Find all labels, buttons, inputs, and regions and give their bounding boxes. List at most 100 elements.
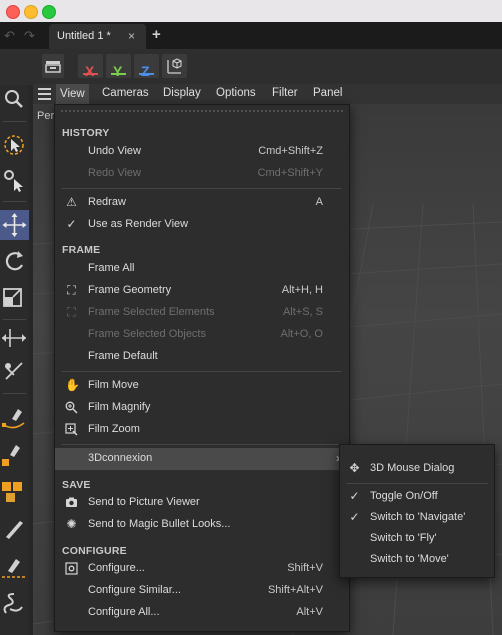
- spline-sketch-tool[interactable]: [0, 439, 29, 469]
- z-axis-lock-button[interactable]: Z: [134, 54, 159, 79]
- frame-geometry-icon: ⛶: [67, 283, 76, 297]
- move-arrows-icon: ✥: [349, 461, 360, 475]
- configure-header: CONFIGURE: [62, 545, 127, 557]
- select-cursor-icon: [4, 135, 24, 155]
- gear-cursor-icon: [4, 170, 23, 192]
- tab-bar: ↶ ↷ Untitled 1 * × +: [0, 22, 502, 49]
- pen-icon: [2, 409, 25, 429]
- camera-icon: [66, 497, 77, 507]
- hamburger-menu-icon[interactable]: [38, 88, 51, 100]
- save-header: SAVE: [62, 479, 91, 491]
- menu-item-configure-all[interactable]: Configure All... Alt+V: [55, 602, 349, 624]
- y-axis-label: Y: [113, 63, 123, 79]
- history-header: HISTORY: [62, 127, 110, 139]
- move-tool[interactable]: [0, 210, 29, 240]
- rotate-icon: [5, 251, 23, 271]
- undo-icon[interactable]: ↶: [4, 28, 15, 44]
- selection-tool[interactable]: [0, 130, 29, 160]
- minimize-window-button[interactable]: [24, 5, 38, 19]
- scale-tool[interactable]: [0, 283, 29, 313]
- knife-tool[interactable]: [0, 551, 29, 581]
- settings-icon: [65, 562, 78, 575]
- menu-item-frame-geometry[interactable]: ⛶ Frame Geometry Alt+H, H: [55, 280, 349, 302]
- menu-item-redraw[interactable]: ⚠ Redraw A: [55, 192, 349, 214]
- spline-pen-tool[interactable]: [0, 401, 29, 431]
- menu-item-configure-similar[interactable]: Configure Similar... Shift+Alt+V: [55, 580, 349, 602]
- menu-filter[interactable]: Filter: [272, 87, 298, 99]
- squiggle-icon: [3, 593, 23, 614]
- menu-item-send-to-magic-bullet[interactable]: ✺ Send to Magic Bullet Looks...: [55, 514, 349, 536]
- transfer-tool[interactable]: [0, 357, 29, 387]
- rotate-tool[interactable]: [0, 247, 29, 277]
- z-axis-label: Z: [141, 63, 150, 79]
- main-toolbar: X Y Z: [0, 49, 502, 85]
- tool-palette: [0, 85, 29, 635]
- menu-item-3dconnexion[interactable]: 3Dconnexion ›: [55, 448, 349, 470]
- cubes-icon: [2, 482, 22, 502]
- menu-item-send-to-picture-viewer[interactable]: Send to Picture Viewer: [55, 492, 349, 514]
- menu-item-undo-view[interactable]: Undo View Cmd+Shift+Z: [55, 141, 349, 163]
- checkmark-icon: ✓: [349, 489, 360, 503]
- menu-item-film-magnify[interactable]: Film Magnify: [55, 397, 349, 419]
- brush-tool[interactable]: [0, 513, 29, 543]
- menu-item-frame-all[interactable]: Frame All: [55, 258, 349, 280]
- transfer-arrows-icon: [5, 362, 23, 380]
- close-window-button[interactable]: [6, 5, 20, 19]
- window-titlebar: [0, 0, 502, 22]
- menu-item-switch-fly[interactable]: Switch to 'Fly': [340, 528, 494, 549]
- tab-close-button[interactable]: ×: [128, 29, 135, 43]
- viewport-menubar: View Cameras Display Options Filter Pane…: [33, 84, 502, 104]
- warning-triangle-icon: ⚠: [66, 195, 77, 209]
- redo-icon[interactable]: ↷: [24, 28, 35, 44]
- sculpt-tool[interactable]: [0, 589, 29, 619]
- new-tab-button[interactable]: +: [152, 26, 161, 43]
- menu-item-toggle-on-off[interactable]: ✓ Toggle On/Off: [340, 486, 494, 507]
- x-axis-label: X: [85, 63, 95, 79]
- tray-icon: [45, 61, 61, 73]
- frame-header: FRAME: [62, 244, 101, 256]
- menu-tearoff-grip[interactable]: [60, 109, 344, 114]
- menu-item-frame-default[interactable]: Frame Default: [55, 346, 349, 368]
- axis-move-tool[interactable]: [0, 323, 29, 353]
- search-tool[interactable]: [0, 85, 29, 115]
- search-icon: [5, 90, 23, 108]
- settings-cursor-tool[interactable]: [0, 165, 29, 195]
- 3dconnexion-submenu: ✥ 3D Mouse Dialog ✓ Toggle On/Off ✓ Swit…: [339, 444, 495, 578]
- menu-item-film-zoom[interactable]: Film Zoom: [55, 419, 349, 441]
- coordinate-system-button[interactable]: [162, 54, 187, 78]
- gear-cluster-icon: ✺: [66, 517, 77, 531]
- menu-item-film-move[interactable]: ✋ Film Move: [55, 375, 349, 397]
- menu-item-frame-selected-elements: ⛶ Frame Selected Elements Alt+S, S: [55, 302, 349, 324]
- scale-icon: [3, 288, 22, 307]
- checkmark-icon: ✓: [66, 217, 77, 231]
- cube-axis-icon: [167, 58, 182, 74]
- document-tab[interactable]: Untitled 1 * ×: [49, 24, 146, 49]
- menu-item-configure[interactable]: Configure... Shift+V: [55, 558, 349, 580]
- menu-display[interactable]: Display: [163, 87, 201, 99]
- hand-icon: ✋: [65, 378, 80, 392]
- pen-node-icon: [2, 445, 20, 466]
- brush-icon: [6, 521, 23, 539]
- menu-item-switch-navigate[interactable]: ✓ Switch to 'Navigate': [340, 507, 494, 528]
- frame-elements-icon: ⛶: [67, 305, 76, 319]
- menu-item-use-as-render-view[interactable]: ✓ Use as Render View: [55, 214, 349, 236]
- menu-item-3d-mouse-dialog[interactable]: ✥ 3D Mouse Dialog: [340, 458, 494, 479]
- viewport-layout-button[interactable]: [42, 54, 64, 78]
- x-axis-lock-button[interactable]: X: [78, 54, 103, 79]
- menu-item-redo-view: Redo View Cmd+Shift+Y: [88, 167, 323, 179]
- menu-view[interactable]: View: [56, 84, 89, 104]
- cube-tool[interactable]: [0, 477, 29, 507]
- y-axis-lock-button[interactable]: Y: [106, 54, 131, 79]
- menu-options[interactable]: Options: [216, 87, 256, 99]
- menu-item-frame-selected-objects: Frame Selected Objects Alt+O, O: [88, 328, 323, 340]
- menu-panel[interactable]: Panel: [313, 87, 342, 99]
- axis-move-icon: [2, 329, 26, 347]
- menu-cameras[interactable]: Cameras: [102, 87, 149, 99]
- magnify-icon: [65, 401, 78, 414]
- tab-title: Untitled 1 *: [57, 30, 111, 42]
- move-arrows-icon: [2, 213, 27, 237]
- view-dropdown-menu: HISTORY Undo View Cmd+Shift+Z Redo View …: [54, 104, 350, 632]
- menu-item-switch-move[interactable]: Switch to 'Move': [340, 549, 494, 570]
- zoom-window-button[interactable]: [42, 5, 56, 19]
- checkmark-icon: ✓: [349, 510, 360, 524]
